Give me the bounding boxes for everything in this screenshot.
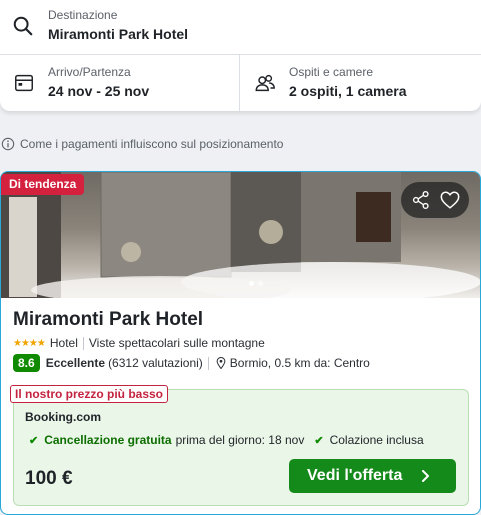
offer-price: 100 €	[25, 468, 73, 489]
guests-field[interactable]: Ospiti e camere 2 ospiti, 1 camera	[241, 55, 481, 111]
breakfast-included: Colazione inclusa	[329, 433, 424, 447]
rating-row: 8.6 Eccellente (6312 valutazioni) Bormio…	[13, 354, 370, 372]
hotel-card[interactable]: Di tendenza Miramonti Park Hotel ★★★★ Ho…	[0, 171, 481, 515]
search-box: Destinazione Miramonti Park Hotel Arrivo…	[0, 0, 481, 111]
hotel-location: Bormio, 0.5 km da: Centro	[229, 356, 370, 370]
dates-value: 24 nov - 25 nov	[48, 83, 150, 99]
divider	[207, 356, 209, 370]
hotel-meta: ★★★★ Hotel Viste spettacolari sulle mont…	[13, 336, 265, 350]
destination-value: Miramonti Park Hotel	[48, 26, 189, 42]
hotel-name[interactable]: Miramonti Park Hotel	[13, 309, 203, 331]
info-text: Come i pagamenti influiscono sul posizio…	[20, 137, 284, 151]
score-word: Eccellente	[45, 356, 106, 370]
map-pin-icon	[216, 357, 226, 369]
guests-icon	[255, 74, 275, 92]
info-icon	[1, 137, 15, 151]
offer-perks: ✔ Cancellazione gratuita prima del giorn…	[29, 433, 424, 447]
guests-value: 2 ospiti, 1 camera	[289, 83, 407, 99]
hotel-highlight: Viste spettacolari sulle montagne	[88, 336, 265, 350]
check-icon: ✔	[314, 434, 324, 447]
guests-label: Ospiti e camere	[289, 65, 374, 79]
heart-icon[interactable]	[439, 189, 461, 211]
search-icon	[13, 16, 33, 36]
star-rating-icon: ★★★★	[13, 337, 46, 349]
ranking-info-link[interactable]: Come i pagamenti influiscono sul posizio…	[0, 135, 283, 153]
check-icon: ✔	[29, 434, 39, 447]
calendar-icon	[15, 74, 33, 92]
chevron-right-icon	[422, 470, 429, 482]
dates-field[interactable]: Arrivo/Partenza 24 nov - 25 nov	[0, 55, 240, 111]
destination-field[interactable]: Destinazione Miramonti Park Hotel	[0, 0, 481, 55]
pager-dot	[258, 281, 263, 286]
pager-dot	[249, 281, 254, 286]
photo-actions	[401, 182, 469, 218]
view-offer-button[interactable]: Vedi l'offerta	[289, 459, 456, 493]
free-cancellation: Cancellazione gratuita	[44, 433, 172, 447]
review-count: (6312 valutazioni)	[108, 356, 203, 370]
lowest-price-label: Il nostro prezzo più basso	[10, 385, 169, 403]
divider	[82, 336, 84, 350]
destination-label: Destinazione	[48, 8, 118, 22]
view-offer-label: Vedi l'offerta	[307, 467, 403, 484]
photo-pager	[249, 281, 263, 286]
dates-label: Arrivo/Partenza	[48, 65, 131, 79]
hotel-photo[interactable]: Di tendenza	[1, 172, 480, 298]
share-icon[interactable]	[410, 189, 432, 211]
hotel-type: Hotel	[49, 336, 78, 350]
offer-provider: Booking.com	[25, 410, 102, 424]
review-score: 8.6	[13, 354, 40, 372]
cancellation-deadline: prima del giorno: 18 nov	[175, 433, 305, 447]
trending-badge: Di tendenza	[1, 174, 85, 195]
